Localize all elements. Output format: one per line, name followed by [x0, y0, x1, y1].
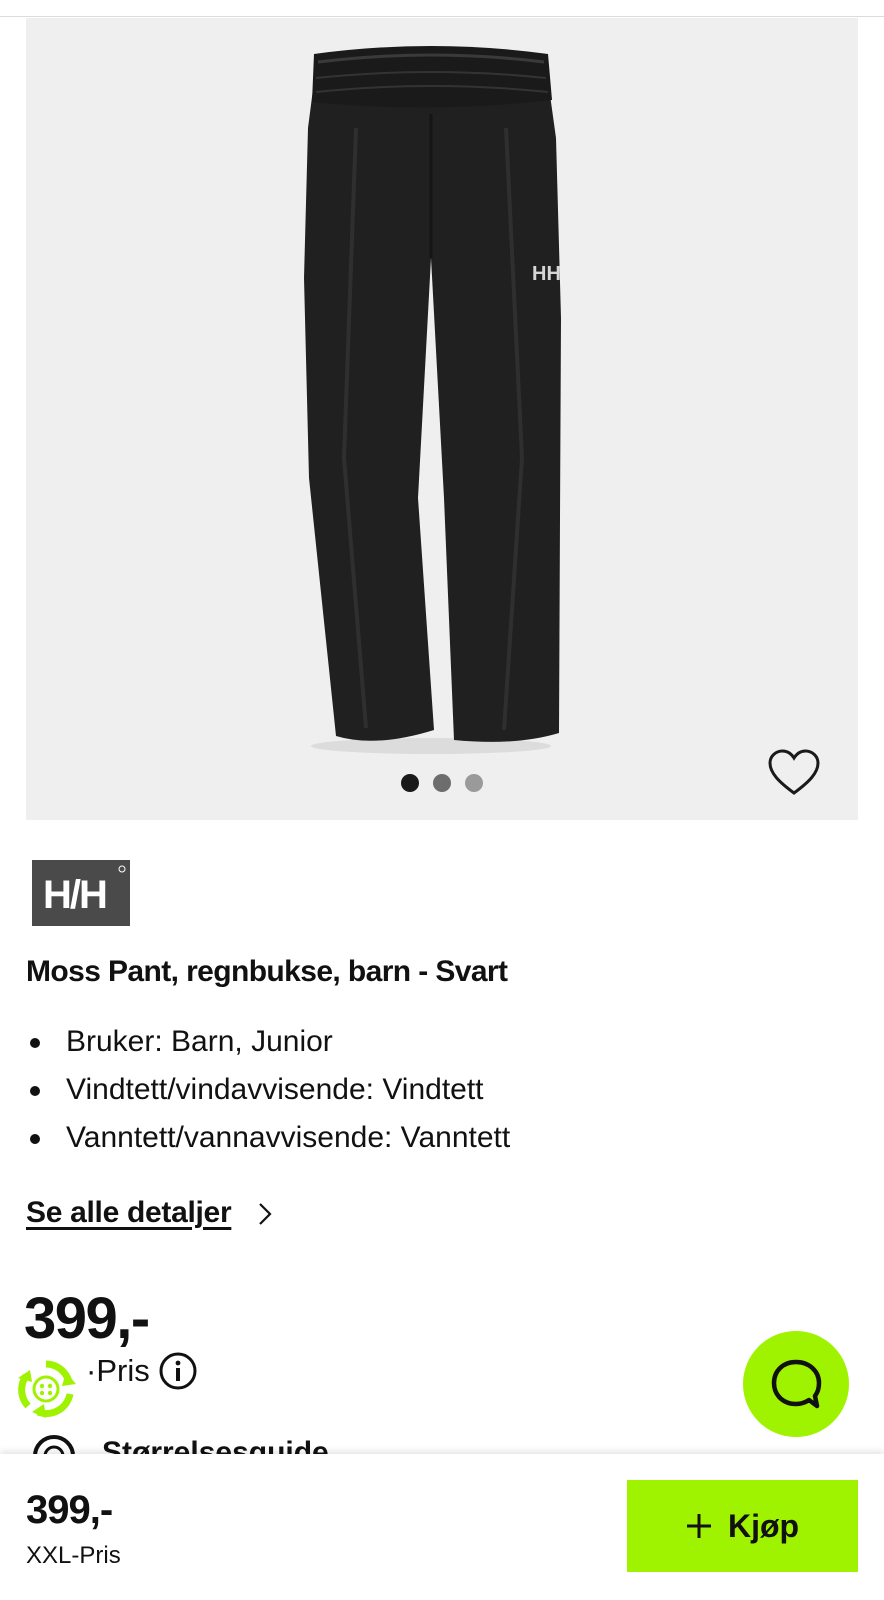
sticky-price: 399,- — [26, 1488, 113, 1532]
price-label: ·Pris — [86, 1353, 150, 1388]
feature-item: Vanntett/vannavvisende: Vanntett — [26, 1114, 510, 1162]
gallery-dot-2[interactable] — [433, 774, 451, 792]
feature-list: Bruker: Barn, Junior Vindtett/vindavvise… — [26, 1018, 510, 1162]
sticky-price-label: XXL-Pris — [26, 1542, 121, 1569]
product-image-gallery[interactable]: HH — [26, 18, 858, 820]
gallery-pagination — [401, 774, 483, 792]
feature-item: Bruker: Barn, Junior — [26, 1018, 510, 1066]
plus-icon — [686, 1514, 711, 1538]
see-all-details-link[interactable]: Se alle detaljer — [26, 1196, 232, 1230]
sticky-purchase-bar: 399,- XXL-Pris Kjøp — [0, 1454, 884, 1600]
chat-button[interactable] — [743, 1331, 849, 1437]
buy-button-label: Kjøp — [727, 1507, 800, 1544]
recycle-icon — [18, 1360, 76, 1418]
info-icon[interactable] — [158, 1351, 198, 1391]
product-title: Moss Pant, regnbukse, barn - Svart — [26, 955, 508, 988]
top-divider — [0, 16, 884, 17]
heart-outline-icon[interactable] — [767, 748, 821, 798]
product-price: 399,- — [24, 1286, 150, 1351]
product-image: HH — [304, 46, 561, 754]
chevron-right-icon[interactable] — [258, 1202, 272, 1226]
chat-bubble-icon — [771, 1359, 822, 1409]
gallery-dot-1[interactable] — [401, 774, 419, 792]
buy-button[interactable]: Kjøp — [627, 1480, 858, 1572]
helly-hansen-logo: H/H — [32, 860, 130, 926]
svg-text:H/H: H/H — [43, 873, 106, 917]
feature-item: Vindtett/vindavvisende: Vindtett — [26, 1066, 510, 1114]
svg-text:HH: HH — [532, 263, 561, 285]
gallery-dot-3[interactable] — [465, 774, 483, 792]
